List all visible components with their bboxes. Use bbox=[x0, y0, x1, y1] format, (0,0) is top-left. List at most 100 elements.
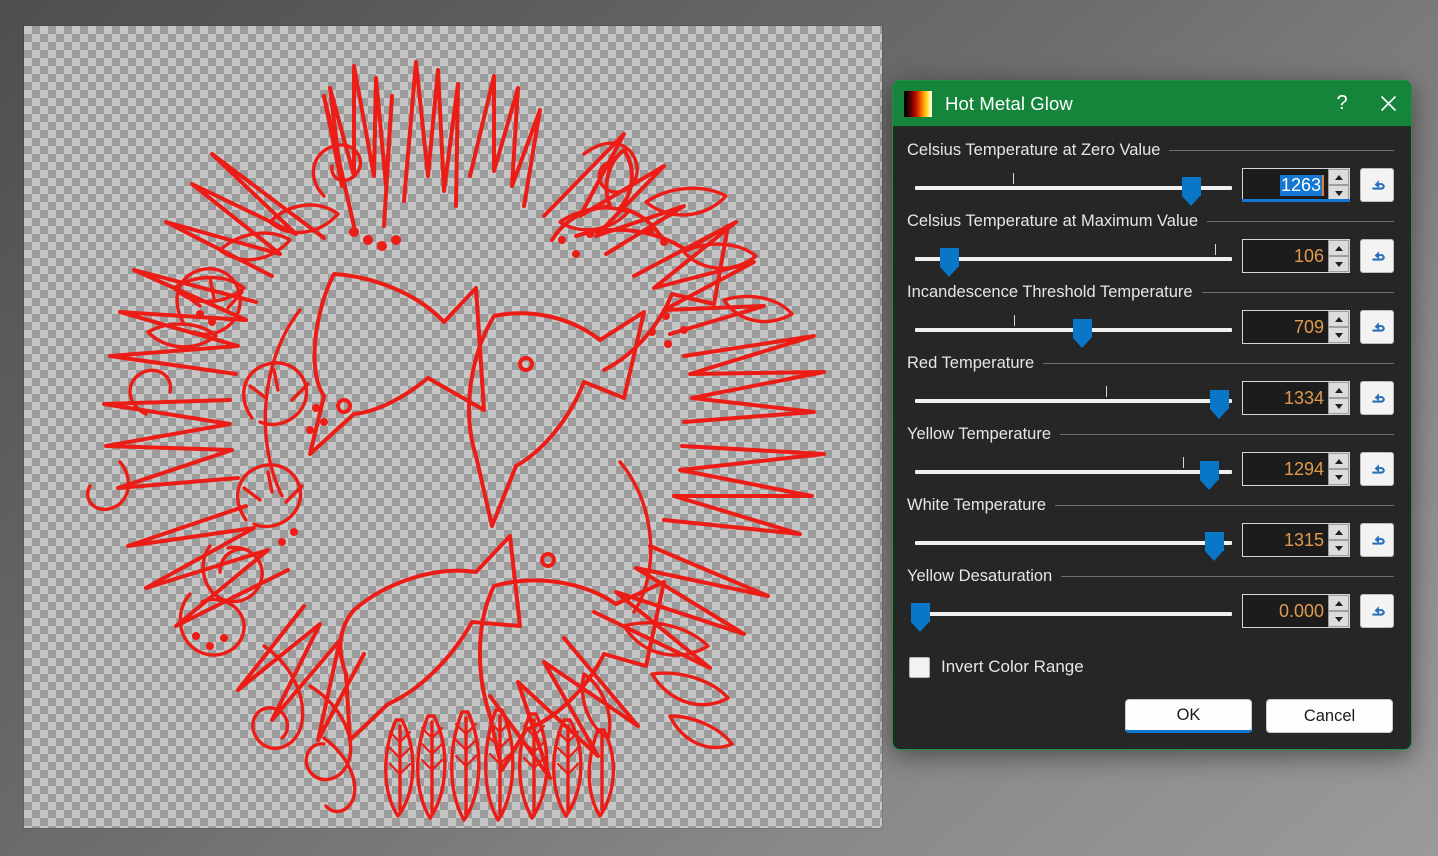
chevron-up-icon bbox=[1334, 387, 1343, 393]
slider-tick-mark bbox=[1182, 457, 1184, 468]
slider-handle[interactable] bbox=[910, 603, 930, 632]
slider-group-1: Celsius Temperature at Maximum Value 106 bbox=[907, 209, 1394, 278]
spinbox-increment-button[interactable] bbox=[1328, 169, 1349, 185]
slider-handle[interactable] bbox=[1205, 532, 1225, 561]
chevron-up-icon bbox=[1334, 174, 1343, 180]
reset-button-2[interactable] bbox=[1360, 310, 1394, 344]
slider-row: 1263 bbox=[907, 163, 1394, 207]
spinbox-arrows[interactable] bbox=[1327, 524, 1349, 556]
spinbox-value[interactable]: 1315 bbox=[1243, 524, 1327, 556]
dialog-footer: OK Cancel bbox=[907, 699, 1394, 749]
slider-label: Yellow Desaturation bbox=[907, 567, 1053, 585]
slider-track[interactable] bbox=[915, 399, 1232, 403]
spinbox-decrement-button[interactable] bbox=[1328, 256, 1349, 272]
spinbox-arrows[interactable] bbox=[1327, 240, 1349, 272]
reset-arrow-icon bbox=[1372, 251, 1385, 261]
slider-5[interactable] bbox=[907, 520, 1234, 561]
spinbox-decrement-button[interactable] bbox=[1328, 327, 1349, 343]
help-icon[interactable]: ? bbox=[1319, 81, 1365, 126]
reset-arrow-icon bbox=[1372, 322, 1385, 332]
slider-6[interactable] bbox=[907, 591, 1234, 632]
reset-button-6[interactable] bbox=[1360, 594, 1394, 628]
spinbox-value[interactable]: 0.000 bbox=[1243, 595, 1327, 627]
reset-button-0[interactable] bbox=[1360, 168, 1394, 202]
image-canvas[interactable] bbox=[24, 26, 882, 828]
dialog-title: Hot Metal Glow bbox=[945, 92, 1073, 114]
group-separator-line bbox=[1043, 363, 1394, 364]
reset-button-3[interactable] bbox=[1360, 381, 1394, 415]
slider-tick-mark bbox=[1014, 315, 1016, 326]
slider-group-header: Yellow Desaturation bbox=[907, 564, 1394, 589]
slider-handle[interactable] bbox=[1072, 319, 1092, 348]
slider-handle[interactable] bbox=[1182, 177, 1202, 206]
slider-tick-mark bbox=[1215, 244, 1217, 255]
reset-arrow-icon bbox=[1372, 464, 1385, 474]
invert-color-range-checkbox[interactable] bbox=[909, 656, 930, 678]
chevron-down-icon bbox=[1334, 616, 1343, 622]
slider-group-0: Celsius Temperature at Zero Value 1263 bbox=[907, 138, 1394, 207]
spinbox-arrows[interactable] bbox=[1327, 595, 1349, 627]
slider-2[interactable] bbox=[907, 307, 1234, 348]
slider-row: 1294 bbox=[907, 447, 1394, 491]
spinbox-arrows[interactable] bbox=[1327, 453, 1349, 485]
slider-row: 709 bbox=[907, 305, 1394, 349]
slider-handle[interactable] bbox=[1210, 390, 1230, 419]
slider-track[interactable] bbox=[915, 612, 1232, 616]
dialog-titlebar[interactable]: Hot Metal Glow ? bbox=[893, 81, 1411, 126]
spinbox-increment-button[interactable] bbox=[1328, 595, 1349, 611]
group-separator-line bbox=[1055, 505, 1394, 506]
spinbox-arrows[interactable] bbox=[1327, 311, 1349, 343]
group-separator-line bbox=[1061, 576, 1394, 577]
slider-group-5: White Temperature 1315 bbox=[907, 493, 1394, 562]
value-spinbox-5[interactable]: 1315 bbox=[1242, 523, 1350, 557]
slider-3[interactable] bbox=[907, 378, 1234, 419]
spinbox-value[interactable]: 709 bbox=[1243, 311, 1327, 343]
value-spinbox-0[interactable]: 1263 bbox=[1242, 168, 1350, 202]
close-icon[interactable] bbox=[1365, 81, 1411, 126]
slider-track[interactable] bbox=[915, 541, 1232, 545]
slider-group-6: Yellow Desaturation 0.000 bbox=[907, 564, 1394, 633]
reset-button-5[interactable] bbox=[1360, 523, 1394, 557]
chevron-down-icon bbox=[1334, 474, 1343, 480]
reset-button-1[interactable] bbox=[1360, 239, 1394, 273]
spinbox-decrement-button[interactable] bbox=[1328, 185, 1349, 201]
slider-group-header: Red Temperature bbox=[907, 351, 1394, 376]
slider-handle[interactable] bbox=[1200, 461, 1220, 490]
slider-track[interactable] bbox=[915, 470, 1232, 474]
slider-label: White Temperature bbox=[907, 496, 1047, 514]
spinbox-decrement-button[interactable] bbox=[1328, 540, 1349, 556]
artwork-line-drawing bbox=[86, 60, 826, 822]
spinbox-increment-button[interactable] bbox=[1328, 311, 1349, 327]
ok-button[interactable]: OK bbox=[1125, 699, 1252, 733]
invert-color-range-row[interactable]: Invert Color Range bbox=[907, 647, 1394, 687]
value-spinbox-4[interactable]: 1294 bbox=[1242, 452, 1350, 486]
spinbox-arrows[interactable] bbox=[1327, 382, 1349, 414]
spinbox-arrows[interactable] bbox=[1327, 169, 1349, 201]
group-separator-line bbox=[1060, 434, 1394, 435]
spinbox-increment-button[interactable] bbox=[1328, 524, 1349, 540]
spinbox-value[interactable]: 1334 bbox=[1243, 382, 1327, 414]
cancel-button[interactable]: Cancel bbox=[1266, 699, 1393, 733]
slider-track[interactable] bbox=[915, 257, 1232, 261]
value-spinbox-2[interactable]: 709 bbox=[1242, 310, 1350, 344]
hot-metal-gradient-icon bbox=[904, 90, 932, 117]
value-spinbox-3[interactable]: 1334 bbox=[1242, 381, 1350, 415]
value-spinbox-6[interactable]: 0.000 bbox=[1242, 594, 1350, 628]
spinbox-decrement-button[interactable] bbox=[1328, 469, 1349, 485]
slider-1[interactable] bbox=[907, 236, 1234, 277]
slider-handle[interactable] bbox=[940, 248, 960, 277]
spinbox-decrement-button[interactable] bbox=[1328, 611, 1349, 627]
slider-group-header: Celsius Temperature at Maximum Value bbox=[907, 209, 1394, 234]
slider-0[interactable] bbox=[907, 165, 1234, 206]
chevron-up-icon bbox=[1334, 529, 1343, 535]
spinbox-value[interactable]: 106 bbox=[1243, 240, 1327, 272]
spinbox-increment-button[interactable] bbox=[1328, 453, 1349, 469]
reset-button-4[interactable] bbox=[1360, 452, 1394, 486]
spinbox-increment-button[interactable] bbox=[1328, 240, 1349, 256]
value-spinbox-1[interactable]: 106 bbox=[1242, 239, 1350, 273]
slider-4[interactable] bbox=[907, 449, 1234, 490]
spinbox-increment-button[interactable] bbox=[1328, 382, 1349, 398]
spinbox-value[interactable]: 1294 bbox=[1243, 453, 1327, 485]
spinbox-decrement-button[interactable] bbox=[1328, 398, 1349, 414]
spinbox-value[interactable]: 1263 bbox=[1243, 169, 1327, 201]
